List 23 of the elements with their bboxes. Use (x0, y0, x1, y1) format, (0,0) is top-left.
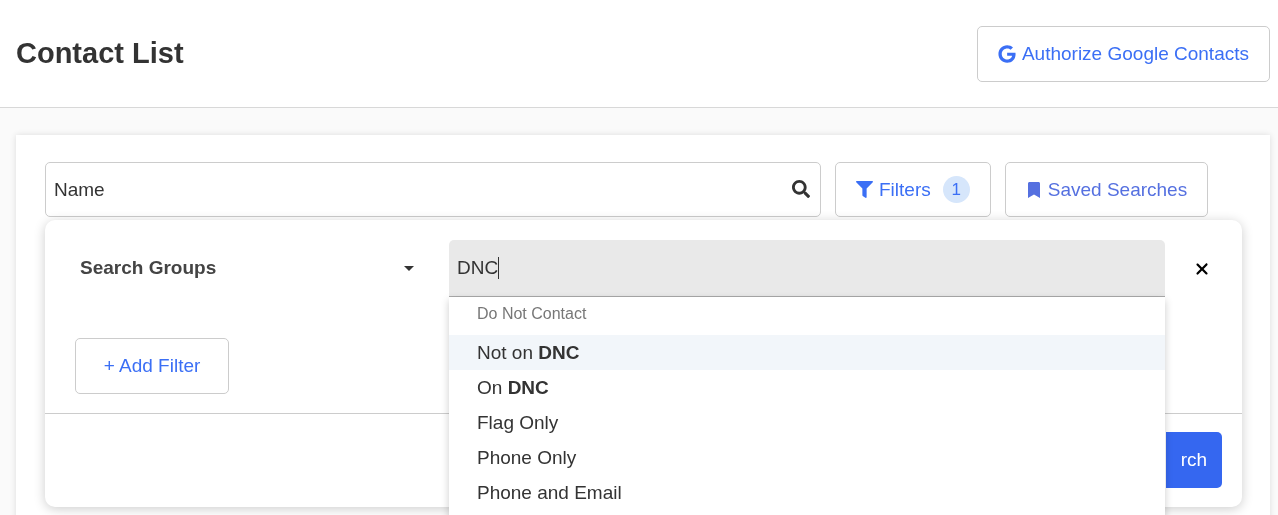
filter-count-badge: 1 (942, 176, 970, 203)
field-select-value: Search Groups (80, 257, 217, 279)
saved-searches-button[interactable]: Saved Searches (1004, 162, 1209, 217)
authorize-google-contacts-button[interactable]: Authorize Google Contacts (976, 25, 1270, 82)
add-filter-button[interactable]: + Add Filter (75, 338, 229, 394)
dropdown-option[interactable]: Phone and Email (449, 475, 1165, 510)
search-icon (792, 180, 810, 198)
dropdown-option[interactable]: Phone Only (449, 440, 1165, 475)
caret-icon (404, 265, 414, 271)
filters-button[interactable]: Filters 1 (835, 162, 991, 217)
dropdown-option[interactable]: On DNC (449, 370, 1165, 405)
option-group-label: Do Not Contact (476, 305, 588, 324)
page-title: Contact List (16, 37, 184, 70)
dropdown-option[interactable]: Flag Only (449, 405, 1165, 440)
value-input[interactable]: DNC (449, 240, 1165, 297)
google-g-icon (997, 44, 1016, 63)
search-button[interactable]: rch (1166, 432, 1222, 488)
close-button[interactable] (1193, 260, 1211, 278)
search-field[interactable]: Name (45, 162, 821, 217)
field-select[interactable]: Search Groups (80, 240, 414, 296)
funnel-icon (856, 181, 873, 198)
bookmark-icon (1025, 181, 1042, 198)
dropdown-option[interactable]: Not on DNC (449, 335, 1165, 370)
